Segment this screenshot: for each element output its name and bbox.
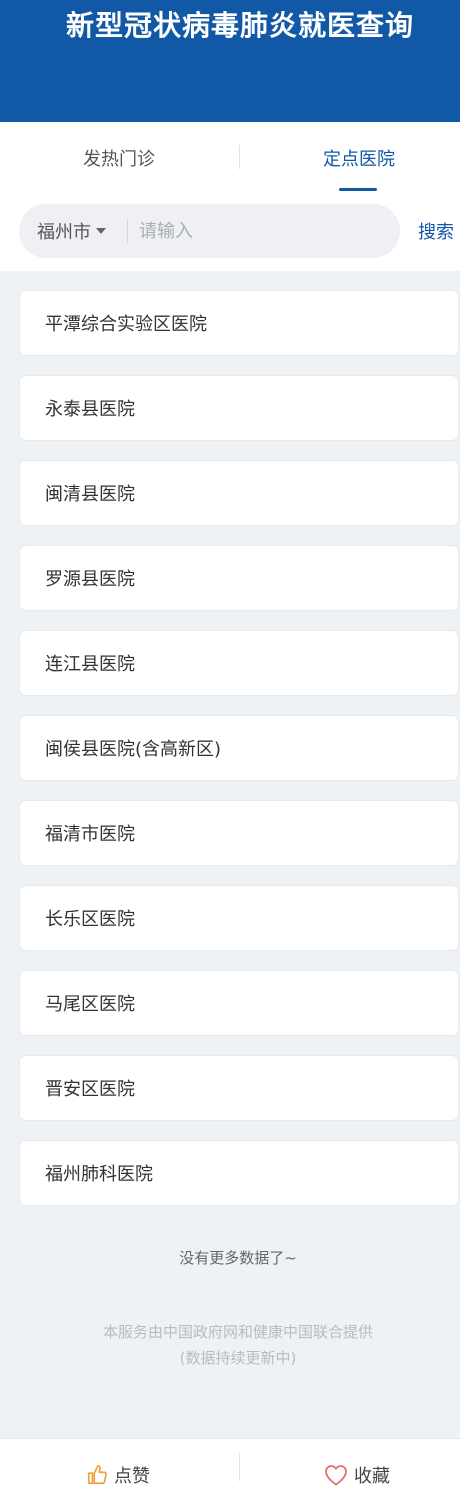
favorite-button[interactable]: 收藏 bbox=[324, 1439, 390, 1509]
heart-icon bbox=[325, 1464, 347, 1485]
caret-down-icon bbox=[96, 228, 106, 234]
hospital-list-item[interactable]: 罗源县医院 bbox=[19, 545, 459, 611]
search-panel: 发热门诊 定点医院 福州市 搜索 bbox=[0, 122, 460, 271]
header: 新型冠状病毒肺炎就医查询 bbox=[0, 0, 460, 122]
like-button[interactable]: 点赞 bbox=[86, 1439, 150, 1509]
list-end-text: 没有更多数据了~ bbox=[179, 1249, 297, 1267]
hospital-list-item[interactable]: 永泰县医院 bbox=[19, 375, 459, 441]
city-selector[interactable]: 福州市 bbox=[37, 204, 106, 258]
tab-designated-hospital[interactable]: 定点医院 bbox=[244, 122, 460, 194]
bottom-bar: 点赞 收藏 bbox=[0, 1438, 460, 1509]
search-input[interactable] bbox=[139, 204, 389, 258]
hospital-list-item[interactable]: 福清市医院 bbox=[19, 800, 459, 866]
favorite-label: 收藏 bbox=[354, 1465, 390, 1487]
tab-divider bbox=[239, 145, 240, 169]
hospital-list-item[interactable]: 连江县医院 bbox=[19, 630, 459, 696]
thumbs-up-icon bbox=[87, 1464, 107, 1484]
hospital-list-item[interactable]: 长乐区医院 bbox=[19, 885, 459, 951]
hospital-list-item[interactable]: 平潭综合实验区医院 bbox=[19, 290, 459, 356]
tab-fever-clinic[interactable]: 发热门诊 bbox=[4, 122, 234, 194]
hospital-list-item[interactable]: 福州肺科医院 bbox=[19, 1140, 459, 1206]
search-button[interactable]: 搜索 bbox=[418, 204, 454, 258]
search-box: 福州市 bbox=[19, 204, 400, 258]
search-divider bbox=[127, 219, 128, 243]
hospital-list-item[interactable]: 闽侯县医院(含高新区) bbox=[19, 715, 459, 781]
hospital-list-item[interactable]: 晋安区医院 bbox=[19, 1055, 459, 1121]
active-tab-indicator bbox=[339, 188, 377, 191]
page-title: 新型冠状病毒肺炎就医查询 bbox=[65, 9, 414, 42]
hospital-list-item[interactable]: 闽清县医院 bbox=[19, 460, 459, 526]
footer-note-line1: 本服务由中国政府网和健康中国联合提供 bbox=[102, 1323, 373, 1341]
bottom-bar-divider bbox=[239, 1453, 240, 1481]
footer-note-line2: (数据持续更新中) bbox=[179, 1349, 297, 1367]
like-label: 点赞 bbox=[114, 1465, 150, 1487]
hospital-list-item[interactable]: 马尾区医院 bbox=[19, 970, 459, 1036]
city-label: 福州市 bbox=[37, 222, 91, 243]
